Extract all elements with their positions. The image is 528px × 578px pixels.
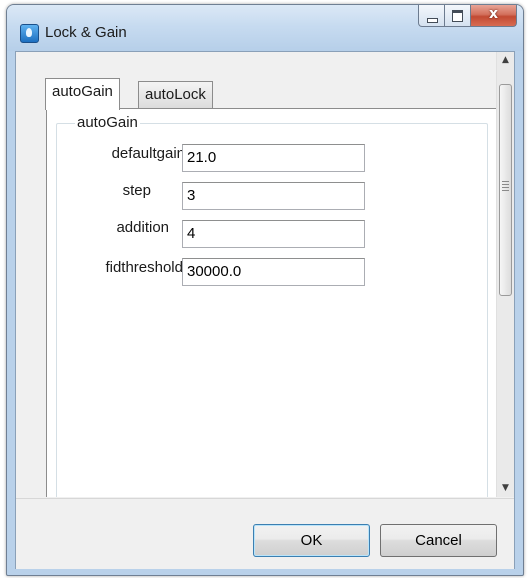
cancel-button[interactable]: Cancel <box>380 524 497 557</box>
dialog-window: Lock & Gain x autoGain autoLock autoGain… <box>6 4 524 576</box>
step-label: step <box>122 182 151 199</box>
button-bar: OK Cancel <box>16 498 514 569</box>
step-field[interactable]: 3 <box>182 182 365 210</box>
tab-autogain[interactable]: autoGain <box>45 78 120 110</box>
tab-panel-autogain: autoGain defaultgain 21.0 step 3 additio… <box>46 108 496 497</box>
fidthreshold-field[interactable]: 30000.0 <box>182 258 365 286</box>
defaultgain-label: defaultgain <box>111 145 185 162</box>
fidthreshold-label: fidthreshold <box>105 259 183 276</box>
minimize-button[interactable] <box>418 5 445 27</box>
ok-button[interactable]: OK <box>253 524 370 557</box>
window-controls: x <box>418 5 517 27</box>
maximize-button[interactable] <box>445 5 471 27</box>
vertical-scrollbar[interactable]: ▲ ▼ <box>496 52 514 497</box>
grip-icon <box>502 181 509 191</box>
client-area: autoGain autoLock autoGain defaultgain 2… <box>15 51 515 569</box>
title-bar[interactable]: Lock & Gain x <box>7 5 523 51</box>
scroll-up-arrow-icon[interactable]: ▲ <box>497 52 514 69</box>
addition-label: addition <box>116 219 169 236</box>
autogain-groupbox: autoGain defaultgain 21.0 step 3 additio… <box>56 114 488 497</box>
window-title: Lock & Gain <box>45 24 127 41</box>
close-button[interactable]: x <box>471 5 517 27</box>
close-icon: x <box>488 6 499 22</box>
scroll-down-arrow-icon[interactable]: ▼ <box>497 480 514 497</box>
scrollbar-thumb[interactable] <box>499 84 512 296</box>
maximize-icon <box>452 10 463 22</box>
app-icon <box>20 24 39 43</box>
scroll-area: autoGain autoLock autoGain defaultgain 2… <box>17 53 496 497</box>
minimize-icon <box>427 18 438 23</box>
groupbox-title: autoGain <box>75 114 140 131</box>
addition-field[interactable]: 4 <box>182 220 365 248</box>
tab-autolock[interactable]: autoLock <box>138 81 213 110</box>
defaultgain-field[interactable]: 21.0 <box>182 144 365 172</box>
